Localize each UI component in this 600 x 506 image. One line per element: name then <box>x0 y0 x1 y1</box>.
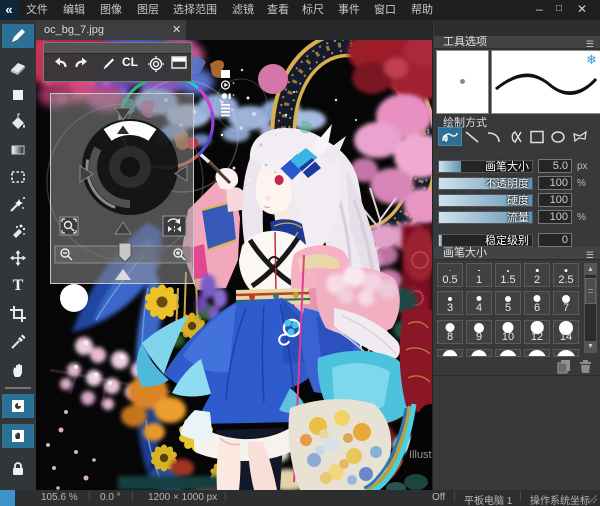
svg-text:Illust: Illust <box>409 449 432 461</box>
